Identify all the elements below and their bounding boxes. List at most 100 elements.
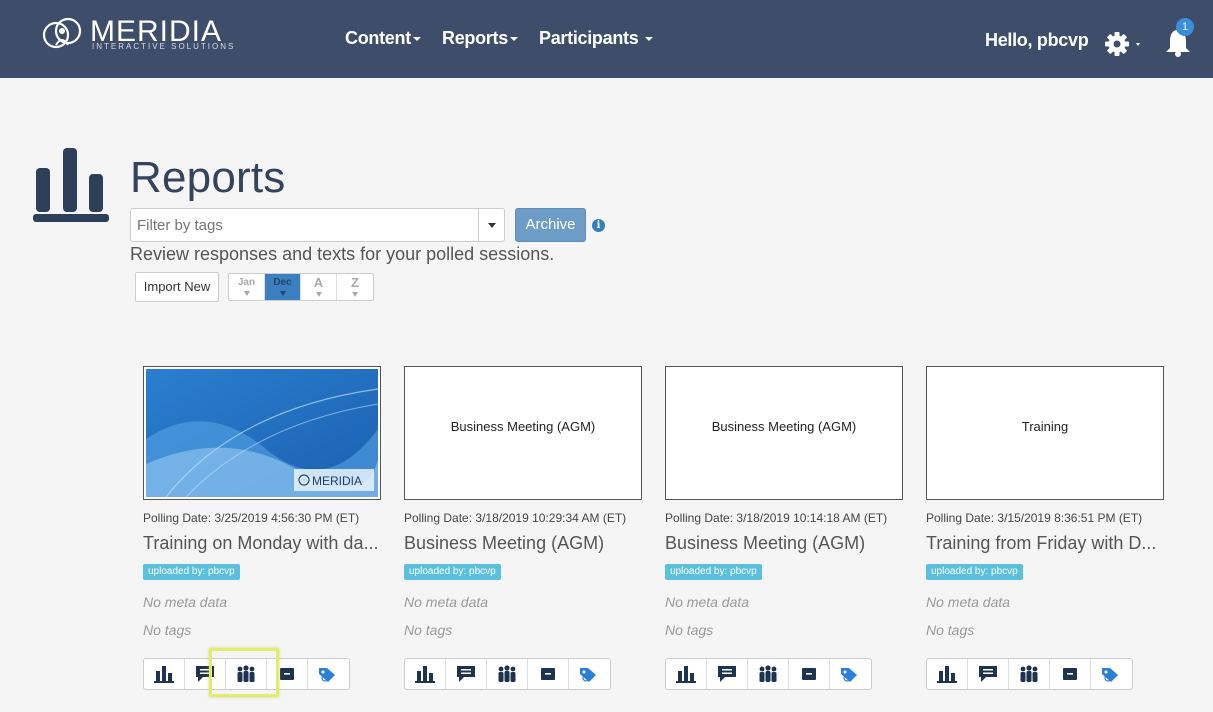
report-thumbnail[interactable]: MERIDIA [143,366,381,500]
view-participants-button[interactable] [1009,659,1050,689]
polling-date-value: 3/18/2019 10:14:18 AM (ET) [736,511,888,525]
gear-icon[interactable] [1104,30,1144,58]
notification-badge: 1 [1176,18,1194,36]
report-action-bar [665,658,872,690]
participants-icon [759,665,777,682]
tag-icon [841,668,857,682]
polling-date-value: 3/25/2019 4:56:30 PM (ET) [214,511,360,525]
nav-reports-menu[interactable]: Reports [442,28,518,49]
report-title[interactable]: Training on Monday with da... [143,533,381,554]
participants-icon [237,665,255,682]
polling-date: Polling Date: 3/25/2019 4:56:30 PM (ET) [143,511,359,525]
caret-down-icon [488,223,496,228]
archive-report-button[interactable] [1050,659,1091,689]
report-title[interactable]: Business Meeting (AGM) [665,533,903,554]
polling-date-label: Polling Date: [926,511,995,525]
meridia-logo[interactable]: MERIDIA INTERACTIVE SOLUTIONS [42,15,233,55]
polling-date-value: 3/18/2019 10:29:34 AM (ET) [475,511,627,525]
sort-dec-button[interactable]: Dec [265,274,301,300]
archive-report-button[interactable] [267,659,308,689]
view-participants-button[interactable] [487,659,528,689]
user-greeting[interactable]: Hello, pbcvp [985,30,1089,51]
nav-reports-label: Reports [442,28,508,48]
page-subtitle: Review responses and texts for your poll… [130,244,555,264]
slide-thumbnail-image: MERIDIA [146,369,378,497]
edit-tags-button[interactable] [1091,659,1132,689]
sort-jan-button[interactable]: Jan [229,274,265,300]
archive-button[interactable]: Archive [515,208,586,242]
sort-a-button[interactable]: A [301,274,337,300]
sort-button-group: Jan Dec A Z [228,273,374,301]
report-thumbnail[interactable]: Business Meeting (AGM) [404,366,642,500]
sort-z-label: Z [351,275,359,290]
tags-text: No tags [404,622,453,638]
info-icon[interactable]: i [592,219,605,232]
sort-dec-label: Dec [273,277,292,288]
thumbnail-title: Training [1021,419,1069,434]
report-action-bar [143,658,350,690]
tag-icon [580,668,596,682]
slide-logo-text: MERIDIA [312,474,362,488]
archive-box-icon [1063,668,1077,680]
meta-data-text: No meta data [404,594,489,610]
sort-z-button[interactable]: Z [337,274,373,300]
reports-page-icon [33,148,109,222]
edit-tags-button[interactable] [308,659,349,689]
tag-icon [1102,668,1118,682]
archive-box-icon [280,668,294,680]
thumbnail-title: Business Meeting (AGM) [450,419,596,434]
page-title: Reports [130,153,286,202]
report-card: Business Meeting (AGM) Polling Date: 3/1… [665,366,903,696]
edit-tags-button[interactable] [569,659,610,689]
sort-arrow-icon [279,291,286,296]
nav-content-menu[interactable]: Content [345,28,421,49]
meta-data-text: No meta data [926,594,1011,610]
report-action-bar [926,658,1133,690]
report-title[interactable]: Training from Friday with D... [926,533,1164,554]
chevron-down-icon [412,37,421,42]
view-results-button[interactable] [666,659,707,689]
uploaded-by-badge: uploaded by: pbcvp [926,564,1023,580]
view-texts-button[interactable] [185,659,226,689]
view-participants-button[interactable] [748,659,789,689]
view-texts-button[interactable] [446,659,487,689]
bar-chart-icon [937,666,957,683]
meta-data-text: No meta data [143,594,228,610]
archive-box-icon [541,668,555,680]
view-results-button[interactable] [405,659,446,689]
view-texts-button[interactable] [707,659,748,689]
archive-report-button[interactable] [789,659,830,689]
edit-tags-button[interactable] [830,659,871,689]
polling-date-label: Polling Date: [404,511,473,525]
report-title[interactable]: Business Meeting (AGM) [404,533,642,554]
nav-participants-menu[interactable]: Participants [539,28,654,49]
polling-date-value: 3/15/2019 8:36:51 PM (ET) [997,511,1143,525]
tags-text: No tags [143,622,192,638]
comment-icon [979,666,997,682]
report-card: Business Meeting (AGM) Polling Date: 3/1… [404,366,642,696]
view-results-button[interactable] [927,659,968,689]
view-participants-button[interactable] [226,659,267,689]
bar-chart-icon [676,666,696,683]
comment-icon [196,666,214,682]
report-thumbnail[interactable]: Training [926,366,1164,500]
report-thumbnail[interactable]: Business Meeting (AGM) [665,366,903,500]
report-action-bar [404,658,611,690]
archive-report-button[interactable] [528,659,569,689]
tag-filter-input[interactable] [131,209,479,241]
sort-arrow-icon [243,291,250,296]
polling-date: Polling Date: 3/18/2019 10:29:34 AM (ET) [404,511,626,525]
sort-arrow-icon [315,292,322,297]
chevron-down-icon [509,37,518,42]
participants-icon [1020,665,1038,682]
view-results-button[interactable] [144,659,185,689]
participants-icon [498,665,516,682]
view-texts-button[interactable] [968,659,1009,689]
tag-filter-dropdown-toggle[interactable] [478,209,504,241]
uploaded-by-badge: uploaded by: pbcvp [143,564,240,580]
tag-filter-select[interactable] [130,208,505,242]
meta-data-text: No meta data [665,594,750,610]
top-navbar: MERIDIA INTERACTIVE SOLUTIONS Content Re… [0,0,1213,78]
tags-text: No tags [926,622,975,638]
import-new-button[interactable]: Import New [135,272,219,302]
